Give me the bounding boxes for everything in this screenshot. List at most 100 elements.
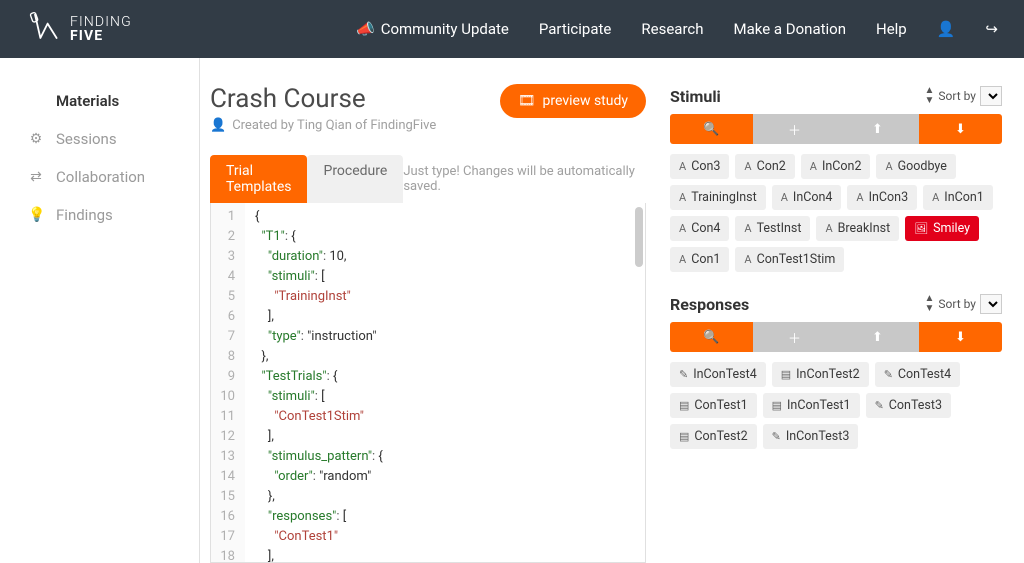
upload-icon: ⬆ xyxy=(872,122,883,137)
sidebar-item-findings[interactable]: 💡Findings xyxy=(0,196,199,234)
brand-logo[interactable]: FINDING FIVE xyxy=(26,11,132,47)
film-icon: 🎞 xyxy=(518,93,536,109)
form-icon: ▤ xyxy=(679,430,689,443)
line-gutter: 12345678910111213141516171819 xyxy=(211,203,245,562)
stimulus-chip[interactable]: ACon4 xyxy=(670,216,729,241)
stimulus-chip[interactable]: ACon2 xyxy=(735,154,794,179)
sidebar: Materials⚙Sessions⇄Collaboration💡Finding… xyxy=(0,58,200,563)
text-icon: A xyxy=(744,160,751,173)
stimuli-search-button[interactable]: 🔍 xyxy=(670,114,753,144)
stimulus-chip[interactable]: ABreakInst xyxy=(816,216,899,241)
nav-research[interactable]: Research xyxy=(641,20,703,38)
stimuli-toolbar: 🔍 ＋ ⬆ ⬇ xyxy=(670,114,1002,144)
stimuli-list: ACon3ACon2AInCon2AGoodbyeATrainingInstAI… xyxy=(670,154,1002,272)
responses-upload-button[interactable]: ⬆ xyxy=(836,322,919,352)
stimulus-chip[interactable]: AInCon4 xyxy=(772,185,842,210)
response-chip[interactable]: ✎InConTest3 xyxy=(763,424,859,449)
stimuli-sort-select[interactable] xyxy=(980,86,1002,106)
sidebar-item-sessions[interactable]: ⚙Sessions xyxy=(0,120,199,158)
sidebar-item-collaboration[interactable]: ⇄Collaboration xyxy=(0,158,199,196)
nav-help[interactable]: Help xyxy=(876,20,907,38)
download-icon: ⬇ xyxy=(955,122,966,137)
response-chip[interactable]: ▤ConTest2 xyxy=(670,424,757,449)
form-icon: ▤ xyxy=(679,399,689,412)
top-nav: 📣Community Update Participate Research M… xyxy=(356,20,998,38)
tab-procedure[interactable]: Procedure xyxy=(307,155,403,203)
stimulus-chip[interactable]: ATestInst xyxy=(735,216,810,241)
code-body[interactable]: { "T1": { "duration": 10, "stimuli": [ "… xyxy=(245,203,393,562)
top-bar: FINDING FIVE 📣Community Update Participa… xyxy=(0,0,1024,58)
sort-toggle-icon[interactable]: ▲▼ xyxy=(925,86,935,106)
pencil-icon: ✎ xyxy=(772,430,781,443)
text-icon: A xyxy=(744,222,751,235)
megaphone-icon: 📣 xyxy=(356,20,375,38)
pencil-icon: ✎ xyxy=(679,368,688,381)
response-chip[interactable]: ▤InConTest2 xyxy=(772,362,869,387)
right-panel: Stimuli ▲▼ Sort by 🔍 ＋ ⬆ ⬇ ACon3ACon2 AIn… xyxy=(670,84,1002,563)
search-icon: 🔍 xyxy=(703,122,719,137)
nav-donate[interactable]: Make a Donation xyxy=(734,20,847,38)
main-content: Crash Course 👤 Created by Ting Qian of F… xyxy=(200,58,1024,563)
stimulus-chip[interactable]: ATrainingInst xyxy=(670,185,766,210)
text-icon: A xyxy=(781,191,788,204)
stimuli-heading: Stimuli xyxy=(670,87,721,106)
brand-line2: FIVE xyxy=(70,29,132,43)
text-icon: A xyxy=(679,160,686,173)
response-chip[interactable]: ✎InConTest4 xyxy=(670,362,766,387)
tab-trial-templates[interactable]: Trial Templates xyxy=(210,155,307,203)
text-icon: A xyxy=(810,160,817,173)
plus-icon: ＋ xyxy=(788,120,801,139)
stimulus-chip[interactable]: ACon3 xyxy=(670,154,729,179)
sort-label: Sort by xyxy=(938,297,976,311)
stimuli-upload-button[interactable]: ⬆ xyxy=(836,114,919,144)
editor-tabs: Trial Templates Procedure xyxy=(210,155,403,203)
responses-sort-select[interactable] xyxy=(980,294,1002,314)
page-title: Crash Course xyxy=(210,84,436,114)
response-chip[interactable]: ✎ConTest4 xyxy=(875,362,960,387)
responses-add-button[interactable]: ＋ xyxy=(753,322,836,352)
sidebar-item-materials[interactable]: Materials xyxy=(0,82,199,120)
responses-search-button[interactable]: 🔍 xyxy=(670,322,753,352)
stimulus-chip[interactable]: AInCon1 xyxy=(923,185,993,210)
response-chip[interactable]: ✎ConTest3 xyxy=(866,393,951,418)
stimulus-chip[interactable]: AGoodbye xyxy=(876,154,955,179)
logout-icon: ↪ xyxy=(985,20,998,38)
sidebar-icon: ⇄ xyxy=(28,169,44,185)
nav-user[interactable]: 👤 xyxy=(937,20,956,38)
responses-download-button[interactable]: ⬇ xyxy=(919,322,1002,352)
stimulus-chip[interactable]: AInCon3 xyxy=(847,185,917,210)
nav-community[interactable]: 📣Community Update xyxy=(356,20,509,38)
byline: 👤 Created by Ting Qian of FindingFive xyxy=(210,118,436,133)
responses-heading: Responses xyxy=(670,295,749,314)
stimulus-chip[interactable]: AInCon2 xyxy=(801,154,871,179)
nav-logout[interactable]: ↪ xyxy=(985,20,998,38)
responses-sort: ▲▼ Sort by xyxy=(925,294,1003,314)
stimulus-chip[interactable]: AConTest1Stim xyxy=(735,247,844,272)
preview-study-button[interactable]: 🎞 preview study xyxy=(500,84,646,118)
text-icon: A xyxy=(825,222,832,235)
brand-line1: FINDING xyxy=(70,15,132,29)
sidebar-icon: ⚙ xyxy=(28,131,44,147)
text-icon: A xyxy=(932,191,939,204)
scrollbar-thumb[interactable] xyxy=(635,207,643,267)
code-editor[interactable]: 12345678910111213141516171819 { "T1": { … xyxy=(210,203,646,563)
pencil-icon: ✎ xyxy=(875,399,884,412)
text-icon: A xyxy=(679,253,686,266)
text-icon: A xyxy=(885,160,892,173)
image-icon: 🖼 xyxy=(914,222,928,235)
stimuli-sort: ▲▼ Sort by xyxy=(925,86,1003,106)
sort-toggle-icon[interactable]: ▲▼ xyxy=(925,294,935,314)
search-icon: 🔍 xyxy=(703,330,719,345)
response-chip[interactable]: ▤ConTest1 xyxy=(670,393,757,418)
text-icon: A xyxy=(856,191,863,204)
stimuli-add-button[interactable]: ＋ xyxy=(753,114,836,144)
stimulus-chip[interactable]: ACon1 xyxy=(670,247,729,272)
user-icon: 👤 xyxy=(210,118,226,133)
response-chip[interactable]: ▤InConTest1 xyxy=(763,393,860,418)
stimulus-chip[interactable]: 🖼Smiley xyxy=(905,216,979,241)
plus-icon: ＋ xyxy=(788,328,801,347)
nav-participate[interactable]: Participate xyxy=(539,20,612,38)
sidebar-icon: 💡 xyxy=(28,207,44,223)
stimuli-download-button[interactable]: ⬇ xyxy=(919,114,1002,144)
responses-list: ✎InConTest4▤InConTest2✎ConTest4 ▤ConTest1… xyxy=(670,362,1002,449)
